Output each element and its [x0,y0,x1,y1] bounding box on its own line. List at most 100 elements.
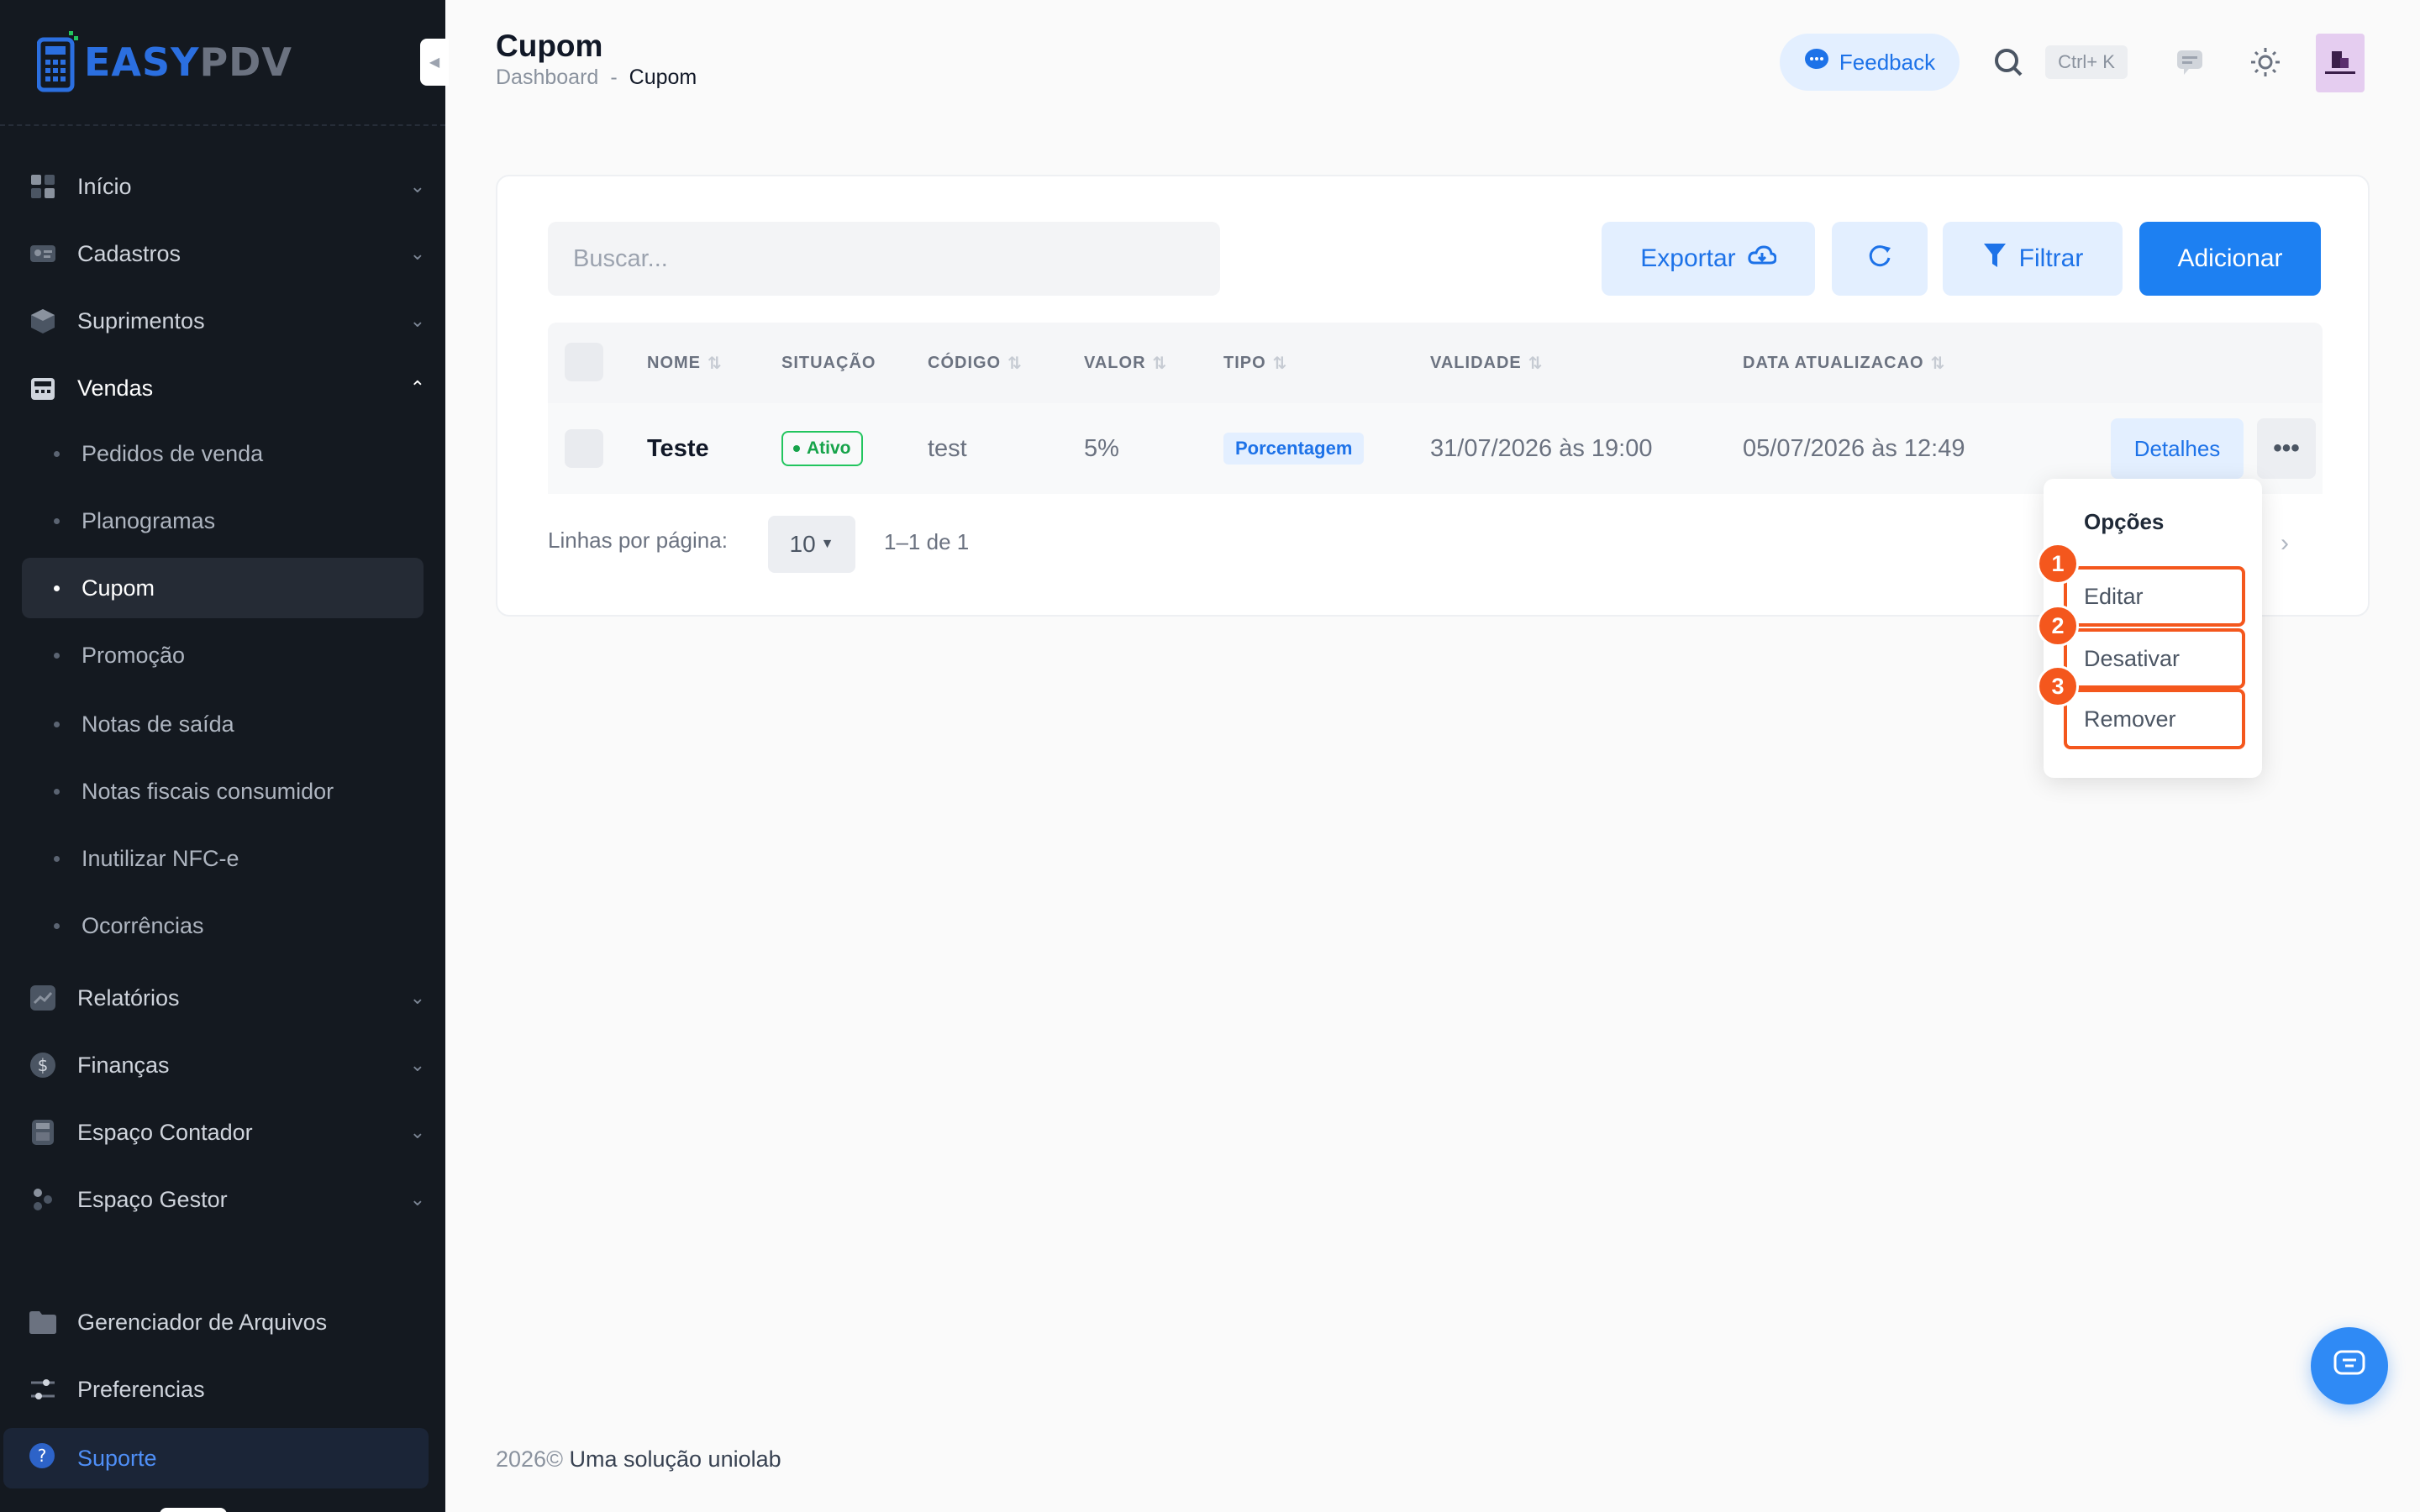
cell-situacao: Ativo [781,403,863,494]
sun-icon[interactable] [2247,44,2284,81]
breadcrumb-dashboard[interactable]: Dashboard [496,66,598,90]
sidebar-item-label: Finanças [77,1052,170,1078]
sidebar-subitem-cupom[interactable]: Cupom [22,558,424,618]
people-icon [29,1185,57,1214]
feedback-button[interactable]: Feedback [1780,34,1960,91]
feedback-label: Feedback [1839,49,1936,75]
support-button[interactable]: ? Suporte [3,1428,429,1488]
menu-item-editar[interactable]: Editar [2064,566,2245,627]
options-menu: Opções Editar Desativar Remover 1 2 3 [2037,479,2262,778]
column-header-valor[interactable]: VALOR ⇅ [1084,323,1167,403]
sidebar-item-label: Gerenciador de Arquivos [77,1309,328,1335]
sliders-icon [29,1375,57,1404]
column-header-codigo[interactable]: CÓDIGO ⇅ [928,323,1023,403]
chevron-down-icon: ⌄ [409,310,425,331]
annotation-marker-2: 2 [2037,605,2079,647]
sort-icon: ⇅ [1152,354,1168,373]
sidebar-item-financas[interactable]: $ Finanças ⌄ [22,1035,425,1095]
row-checkbox[interactable] [565,429,603,468]
sidebar-item-label: Preferencias [77,1376,205,1402]
sidebar-item-espaco-contador[interactable]: Espaço Contador ⌄ [22,1102,425,1163]
sidebar-subitem-notas-saida[interactable]: Notas de saída [22,694,424,754]
sidebar-item-cadastros[interactable]: Cadastros ⌄ [22,223,425,284]
chevron-down-icon: ⌄ [409,1121,425,1142]
rows-per-page-select[interactable]: 10 ▼ [768,516,855,573]
sidebar-item-vendas[interactable]: Vendas ⌃ [22,358,425,418]
sidebar-item-arquivos[interactable]: Gerenciador de Arquivos [22,1292,425,1352]
export-button[interactable]: Exportar [1602,222,1815,296]
cell-codigo: test [928,434,967,462]
menu-item-desativar[interactable]: Desativar [2064,628,2245,689]
next-page-button[interactable]: › [2281,529,2289,558]
filter-label: Filtrar [2018,244,2084,272]
chevron-down-icon: ⌄ [409,1189,425,1210]
sidebar-subitem-pedidos[interactable]: Pedidos de venda [22,423,424,484]
refresh-icon [1867,243,1892,275]
avatar[interactable] [2316,34,2365,92]
sidebar-subitem-nfc[interactable]: Notas fiscais consumidor [22,761,424,822]
bullet-icon [54,855,60,862]
sidebar-subitem-label: Notas fiscais consumidor [82,778,334,804]
register-icon [29,374,57,402]
bullet-icon [54,450,60,457]
status-dot-icon [793,445,800,452]
sidebar-item-espaco-gestor[interactable]: Espaço Gestor ⌄ [22,1169,425,1230]
search-input[interactable] [548,222,1220,296]
sidebar-item-label: Cadastros [77,240,182,266]
options-menu-title: Opções [2084,509,2165,534]
column-header-situacao: SITUAÇÃO [781,353,876,372]
column-header-tipo[interactable]: TIPO ⇅ [1223,323,1287,403]
column-header-data-atualizacao[interactable]: DATA ATUALIZACAO ⇅ [1743,323,1945,403]
type-badge: Porcentagem [1223,433,1365,465]
more-options-button[interactable]: ••• [2257,418,2316,479]
sidebar-divider [0,124,445,126]
calculator-icon [29,1118,57,1147]
user-logo-icon [2325,51,2355,74]
column-header-nome[interactable]: NOME ⇅ [647,323,723,403]
search-icon[interactable] [1990,44,2027,81]
caret-down-icon: ▼ [820,537,834,551]
cell-valor: 5% [1084,434,1119,462]
site-footer: 2026© Uma solução uniolab [496,1446,781,1473]
caret-left-icon: ◀ [429,55,440,70]
annotation-marker-3: 3 [2037,665,2079,707]
chat-button[interactable] [2311,1327,2388,1404]
sidebar-item-preferencias[interactable]: Preferencias [22,1359,425,1420]
select-all-checkbox[interactable] [565,343,603,381]
collapse-sidebar-button[interactable]: ◀ [420,39,449,86]
chevron-right-icon: › [2281,529,2289,557]
add-button[interactable]: Adicionar [2139,222,2321,296]
sort-icon: ⇅ [1930,354,1946,373]
filter-button[interactable]: Filtrar [1943,222,2123,296]
chevron-up-icon: ⌃ [409,377,425,398]
status-badge: Ativo [781,431,863,466]
details-button[interactable]: Detalhes [2111,418,2244,479]
logo-text: EASYPDV [84,39,292,85]
sort-icon: ⇅ [1528,354,1544,373]
sidebar-scroll-handle[interactable] [160,1508,227,1512]
sidebar-item-suprimentos[interactable]: Suprimentos ⌄ [22,291,425,351]
sidebar-subitem-promocao[interactable]: Promoção [22,625,424,685]
pos-terminal-icon [37,31,78,92]
sidebar-subitem-ocorrencias[interactable]: Ocorrências [22,895,424,956]
sidebar-item-label: Vendas [77,375,154,401]
app-logo[interactable]: EASYPDV [37,29,292,96]
sidebar-subitem-inutilizar[interactable]: Inutilizar NFC-e [22,828,424,889]
menu-item-remover[interactable]: Remover [2064,689,2245,749]
chart-icon [29,984,57,1012]
column-header-validade[interactable]: VALIDADE ⇅ [1430,323,1544,403]
help-circle-icon: ? [29,1442,55,1475]
dollar-icon: $ [29,1051,57,1079]
refresh-button[interactable] [1832,222,1928,296]
sidebar-item-relatorios[interactable]: Relatórios ⌄ [22,968,425,1028]
breadcrumb-current: Cupom [629,66,697,89]
sidebar-subitem-planogramas[interactable]: Planogramas [22,491,424,551]
chat-bubble-icon [1804,48,1829,77]
sidebar-subitem-label: Planogramas [82,507,216,533]
add-label: Adicionar [2177,244,2283,272]
breadcrumb: Dashboard - Cupom [496,66,697,90]
sidebar-item-inicio[interactable]: Início ⌄ [22,156,425,217]
search-shortcut: Ctrl+ K [2045,45,2128,79]
bullet-icon [54,517,60,524]
message-icon[interactable] [2171,44,2208,81]
